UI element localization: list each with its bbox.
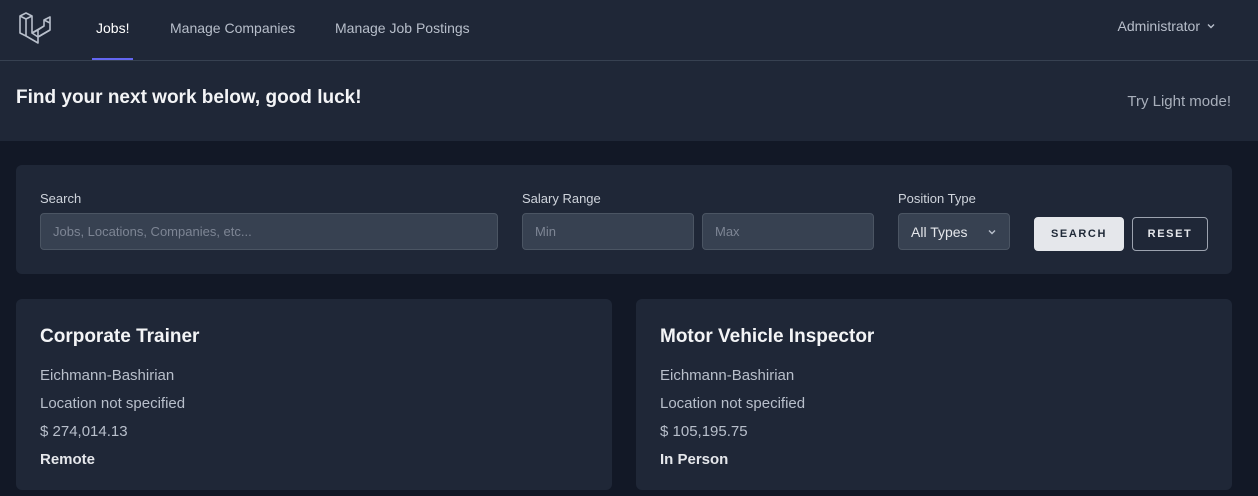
- job-salary: $ 274,014.13: [40, 423, 128, 440]
- nav-link-jobs[interactable]: Jobs!: [91, 0, 135, 60]
- salary-max-input[interactable]: [702, 213, 874, 250]
- job-company: Eichmann-Bashirian: [40, 367, 175, 384]
- salary-min-input[interactable]: [522, 213, 694, 250]
- search-label: Search: [40, 191, 82, 206]
- job-location: Location not specified: [660, 395, 806, 412]
- user-menu[interactable]: Administrator: [1118, 18, 1216, 34]
- job-title: Corporate Trainer: [40, 326, 200, 347]
- nav-link-manage-job-postings[interactable]: Manage Job Postings: [335, 0, 470, 60]
- job-type: In Person: [660, 451, 729, 468]
- page-title: Find your next work below, good luck!: [16, 87, 362, 108]
- reset-button[interactable]: RESET: [1132, 217, 1208, 251]
- chevron-down-icon: [1207, 24, 1215, 29]
- job-card[interactable]: Motor Vehicle Inspector Eichmann-Bashiri…: [636, 299, 1232, 490]
- chevron-down-icon: [988, 229, 996, 234]
- nav-link-manage-companies[interactable]: Manage Companies: [170, 0, 295, 60]
- search-button[interactable]: SEARCH: [1034, 217, 1124, 251]
- position-type-value: All Types: [911, 223, 968, 240]
- filter-panel: Search Salary Range Position Type All Ty…: [16, 165, 1232, 274]
- top-navigation: Jobs! Manage Companies Manage Job Postin…: [0, 0, 1258, 61]
- job-salary: $ 105,195.75: [660, 423, 748, 440]
- job-card[interactable]: Corporate Trainer Eichmann-Bashirian Loc…: [16, 299, 612, 490]
- job-title: Motor Vehicle Inspector: [660, 326, 875, 347]
- light-mode-toggle[interactable]: Try Light mode!: [1127, 93, 1231, 110]
- job-type: Remote: [40, 451, 96, 468]
- laravel-logo-icon[interactable]: [18, 11, 52, 45]
- position-type-label: Position Type: [898, 191, 976, 206]
- job-company: Eichmann-Bashirian: [660, 367, 795, 384]
- salary-range-label: Salary Range: [522, 191, 601, 206]
- job-location: Location not specified: [40, 395, 186, 412]
- page-header: Find your next work below, good luck! Tr…: [0, 61, 1258, 141]
- user-name: Administrator: [1117, 18, 1200, 34]
- search-input[interactable]: [40, 213, 498, 250]
- position-type-select[interactable]: All Types: [898, 213, 1010, 250]
